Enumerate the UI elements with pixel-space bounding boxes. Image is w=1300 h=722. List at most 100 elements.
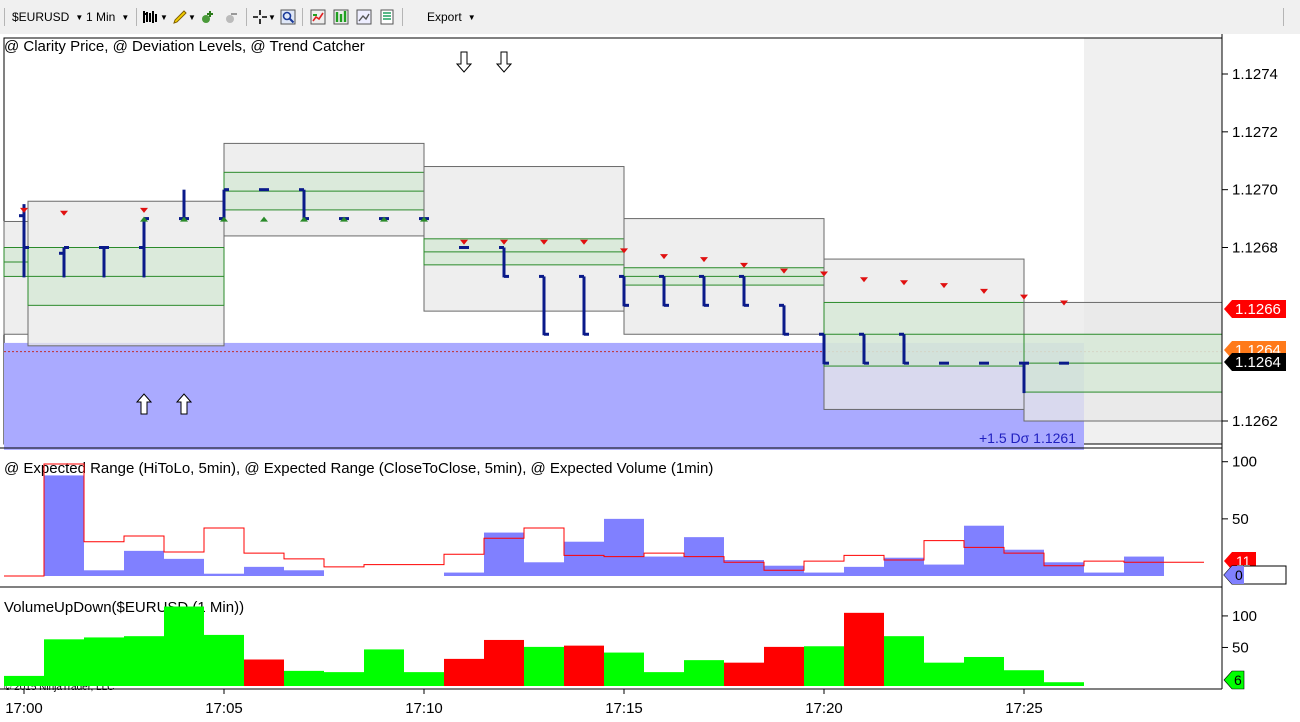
volume-axis-label: 50	[1232, 639, 1249, 656]
expected-volume-bar	[1004, 549, 1044, 576]
expected-volume-bar	[84, 570, 124, 576]
chevron-down-icon[interactable]: ▼	[188, 8, 196, 26]
chevron-down-icon[interactable]: ▼	[268, 8, 276, 26]
instrument-label: $EURUSD	[12, 10, 70, 24]
volume-up-bar	[964, 656, 1004, 686]
crosshair-icon[interactable]	[252, 9, 268, 25]
volume-up-bar	[204, 634, 244, 686]
data-box-icon[interactable]	[379, 9, 395, 25]
time-axis-label: 17:15	[605, 700, 643, 717]
volume-up-bar	[684, 660, 724, 686]
expected-volume-bar	[764, 565, 804, 576]
expected-volume-bar	[844, 566, 884, 576]
expected-marker-blue-text: 0	[1235, 567, 1243, 583]
volume-down-bar	[724, 662, 764, 686]
volume-up-bar	[1044, 682, 1084, 686]
toolbar-separator	[302, 8, 303, 26]
volume-down-bar	[244, 659, 284, 686]
price-axis-label: 1.1268	[1232, 240, 1278, 257]
price-axis-label: 1.1274	[1232, 66, 1278, 83]
price-marker-red-text: 1.1266	[1235, 301, 1281, 318]
expected-volume-bar	[164, 558, 204, 576]
chevron-down-icon: ▼	[75, 12, 84, 22]
interval-label: 1 Min	[86, 10, 116, 24]
volume-up-bar	[604, 652, 644, 686]
price-marker-last-text: 1.1264	[1235, 354, 1281, 371]
volume-up-bar	[164, 606, 204, 686]
expected-volume-bar	[244, 566, 284, 576]
indicators-icon[interactable]	[310, 9, 326, 25]
volume-up-bar	[4, 675, 44, 686]
time-axis-label: 17:00	[5, 700, 43, 717]
toolbar-separator	[136, 8, 137, 26]
deviation-label: +1.5 Dσ 1.1261	[979, 430, 1076, 446]
price-panel-title: @ Clarity Price, @ Deviation Levels, @ T…	[4, 38, 365, 55]
zoom-out-icon[interactable]	[224, 9, 240, 25]
bar-type-icon[interactable]	[142, 9, 158, 25]
volume-down-bar	[844, 612, 884, 686]
chevron-down-icon: ▼	[467, 12, 476, 22]
expected-axis-label: 100	[1232, 454, 1257, 471]
volume-down-bar	[444, 658, 484, 686]
time-axis-label: 17:20	[805, 700, 843, 717]
expected-volume-bar	[284, 570, 324, 576]
volume-up-bar	[84, 637, 124, 686]
expected-volume-bar	[1084, 572, 1124, 576]
volume-panel-title: VolumeUpDown($EURUSD (1 Min))	[4, 599, 244, 616]
volume-up-bar	[324, 672, 364, 686]
expected-volume-bar	[564, 541, 604, 576]
zoom-in-icon[interactable]	[200, 9, 216, 25]
expected-volume-bar	[44, 475, 84, 576]
interval-selector[interactable]: 1 Min ▼	[86, 8, 129, 26]
volume-axis-label: 100	[1232, 608, 1257, 625]
expected-panel-title: @ Expected Range (HiToLo, 5min), @ Expec…	[4, 460, 713, 477]
expected-volume-bar	[204, 573, 244, 576]
expected-volume-bar	[924, 564, 964, 576]
price-axis-label: 1.1272	[1232, 124, 1278, 141]
expected-volume-bar	[1044, 562, 1084, 576]
toolbar-separator	[246, 8, 247, 26]
volume-up-bar	[404, 672, 444, 686]
time-axis-label: 17:25	[1005, 700, 1043, 717]
expected-volume-bar	[524, 562, 564, 576]
volume-up-bar	[804, 646, 844, 686]
expected-volume-bar	[1124, 556, 1164, 576]
strategies-icon[interactable]	[333, 9, 349, 25]
draw-pencil-icon[interactable]	[172, 9, 188, 25]
volume-up-bar	[924, 662, 964, 686]
expected-volume-bar	[444, 572, 484, 576]
volume-down-bar	[564, 645, 604, 686]
volume-up-bar	[284, 670, 324, 686]
time-axis-label: 17:10	[405, 700, 443, 717]
volume-down-bar	[764, 646, 804, 686]
expected-volume-bar	[604, 518, 644, 576]
toolbar-grip[interactable]	[4, 8, 5, 26]
magnify-icon[interactable]	[280, 9, 296, 25]
chart-toolbar: $EURUSD ▼ 1 Min ▼ ▼ ▼ ▼ Export ▼	[0, 0, 1300, 35]
chevron-down-icon: ▼	[121, 12, 130, 22]
time-axis-label: 17:05	[205, 700, 243, 717]
volume-up-bar	[364, 649, 404, 686]
price-axis-label: 1.1270	[1232, 182, 1278, 199]
toolbar-grip-right[interactable]	[1283, 8, 1284, 26]
toolbar-separator	[402, 8, 403, 26]
expected-volume-bar	[484, 532, 524, 576]
volume-up-bar	[1004, 670, 1044, 686]
expected-volume-bar	[804, 572, 844, 576]
expected-axis-label: 50	[1232, 511, 1249, 528]
volume-up-bar	[524, 646, 564, 686]
volume-up-bar	[124, 636, 164, 686]
volume-up-bar	[644, 672, 684, 686]
expected-volume-bar	[124, 550, 164, 576]
chart-area: +1.5 Dσ 1.1261 @ Clarity Price, @ Deviat…	[0, 34, 1300, 722]
expected-volume-bar	[964, 525, 1004, 576]
expected-volume-bar	[644, 556, 684, 576]
export-menu[interactable]: Export ▼	[427, 8, 476, 26]
volume-up-bar	[884, 636, 924, 686]
volume-marker-text: 6	[1234, 672, 1242, 688]
volume-up-bar	[44, 639, 84, 686]
chevron-down-icon[interactable]: ▼	[160, 8, 168, 26]
volume-down-bar	[484, 639, 524, 686]
chart-image-icon[interactable]	[356, 9, 372, 25]
instrument-selector[interactable]: $EURUSD ▼	[12, 8, 83, 26]
